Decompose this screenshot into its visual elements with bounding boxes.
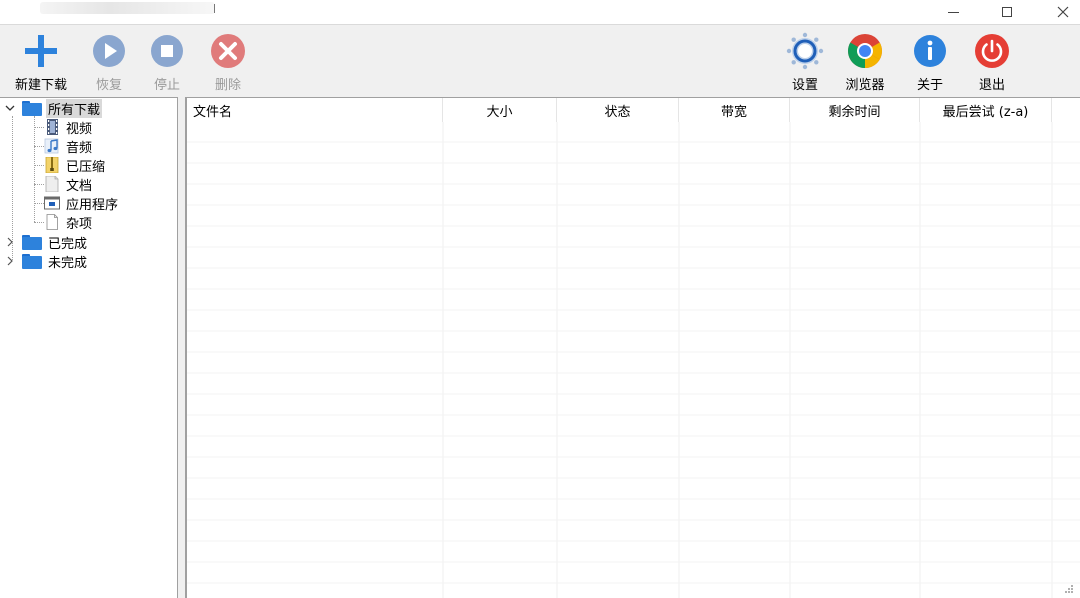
folder-icon <box>22 234 42 250</box>
chevron-right-icon <box>7 237 13 247</box>
tree-item-label: 所有下载 <box>46 98 103 118</box>
resume-label: 恢复 <box>95 78 122 93</box>
tree-connector <box>34 203 44 204</box>
tree-item-label: 未完成 <box>48 255 88 271</box>
application-window-icon <box>44 196 60 210</box>
tree-item-completed[interactable]: 已完成 <box>22 233 89 252</box>
list-header: 文件名 大小 状态 带宽 剩余时间 最后尝试 (z-a) <box>187 98 1080 122</box>
expand-incomplete-toggle[interactable] <box>5 256 15 266</box>
exit-button[interactable]: 退出 <box>960 31 1024 93</box>
about-button[interactable]: 关于 <box>898 31 962 93</box>
tree-item-label: 音频 <box>66 140 93 156</box>
column-header-time-left[interactable]: 剩余时间 <box>790 98 920 122</box>
tree-item-incomplete[interactable]: 未完成 <box>22 252 89 271</box>
resize-grip-icon[interactable] <box>1062 582 1074 594</box>
delete-icon <box>211 34 245 68</box>
tree-item-label: 视频 <box>66 121 93 137</box>
minimize-icon <box>947 11 959 13</box>
stop-button[interactable]: 停止 <box>135 31 199 93</box>
tree-item-compressed[interactable]: 已压缩 <box>44 156 107 175</box>
tree-connector <box>34 116 35 222</box>
resume-button[interactable]: 恢复 <box>77 31 141 93</box>
expand-all-downloads-toggle[interactable] <box>5 103 15 113</box>
toolbar: 新建下载 恢复 停止 删除 设置 浏览器 关于 退出 <box>0 24 1080 97</box>
tree-item-label: 文档 <box>66 178 93 194</box>
window-title <box>40 2 215 14</box>
expand-completed-toggle[interactable] <box>5 237 15 247</box>
tree-item-all-downloads[interactable]: 所有下载 <box>22 98 103 118</box>
document-icon <box>45 176 59 192</box>
info-icon <box>914 35 946 67</box>
new-download-label: 新建下载 <box>14 78 67 93</box>
tree-item-applications[interactable]: 应用程序 <box>44 194 120 213</box>
tree-item-video[interactable]: 视频 <box>44 118 94 137</box>
tree-item-label: 应用程序 <box>66 197 119 213</box>
music-note-icon <box>44 138 59 154</box>
new-download-button[interactable]: 新建下载 <box>9 31 73 93</box>
folder-icon <box>22 253 42 269</box>
chevron-down-icon <box>5 105 15 111</box>
stop-label: 停止 <box>153 78 180 93</box>
category-tree: 所有下载 视频 音频 已压缩 文档 应用程序 杂项 已完成 未完成 <box>0 97 178 598</box>
column-header-bandwidth[interactable]: 带宽 <box>679 98 790 122</box>
close-icon <box>1057 6 1069 18</box>
film-icon <box>47 119 58 135</box>
minimize-button[interactable] <box>930 0 976 24</box>
plus-icon <box>25 35 57 67</box>
browser-button[interactable]: 浏览器 <box>833 31 897 93</box>
tree-item-audio[interactable]: 音频 <box>44 137 94 156</box>
tree-item-label: 已压缩 <box>66 159 106 175</box>
tree-connector <box>34 184 44 185</box>
maximize-icon <box>1002 7 1012 17</box>
tree-item-label: 杂项 <box>66 216 93 232</box>
tree-item-misc[interactable]: 杂项 <box>44 213 94 232</box>
column-header-size[interactable]: 大小 <box>443 98 557 122</box>
column-header-last-try[interactable]: 最后尝试 (z-a) <box>920 98 1052 122</box>
tree-connector <box>34 222 44 223</box>
title-bar <box>0 0 1080 24</box>
maximize-button[interactable] <box>984 0 1030 24</box>
chevron-right-icon <box>7 256 13 266</box>
tree-item-documents[interactable]: 文档 <box>44 175 94 194</box>
column-header-filename[interactable]: 文件名 <box>187 98 443 122</box>
column-header-status[interactable]: 状态 <box>557 98 679 122</box>
title-divider <box>214 4 215 13</box>
download-list: 文件名 大小 状态 带宽 剩余时间 最后尝试 (z-a) <box>186 97 1080 598</box>
browser-label: 浏览器 <box>845 78 885 93</box>
play-icon <box>93 35 125 67</box>
empty-list-grid <box>187 122 1080 598</box>
close-button[interactable] <box>1040 0 1080 24</box>
about-label: 关于 <box>916 78 943 93</box>
tree-connector <box>34 146 44 147</box>
pane-splitter[interactable] <box>178 97 186 598</box>
delete-button[interactable]: 删除 <box>196 31 260 93</box>
blank-file-icon <box>46 214 58 230</box>
stop-icon <box>151 35 183 67</box>
chrome-icon <box>848 34 882 68</box>
exit-label: 退出 <box>978 78 1005 93</box>
delete-label: 删除 <box>214 78 241 93</box>
settings-label: 设置 <box>791 78 818 93</box>
folder-icon <box>22 100 42 116</box>
tree-item-label: 已完成 <box>48 236 88 252</box>
column-header-filler <box>1052 98 1080 122</box>
gear-icon <box>786 32 824 70</box>
settings-button[interactable]: 设置 <box>773 31 837 93</box>
archive-icon <box>45 157 59 173</box>
tree-connector <box>34 165 44 166</box>
tree-connector <box>34 127 44 128</box>
power-icon <box>975 34 1009 68</box>
